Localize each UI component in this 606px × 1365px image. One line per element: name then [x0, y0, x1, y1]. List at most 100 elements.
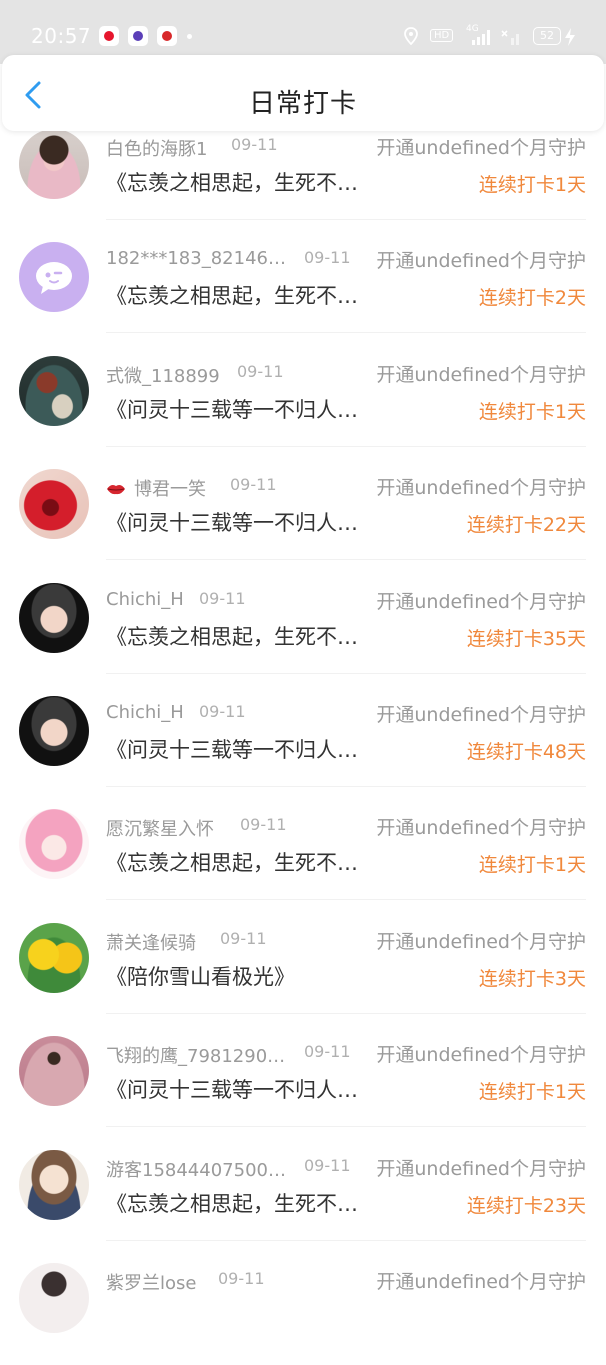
guard-info: 开通undefined个月守护 — [376, 363, 586, 386]
list-item[interactable]: 182***183_82146… 09-11 开通undefined个月守护 《… — [0, 231, 606, 344]
avatar[interactable] — [19, 1036, 89, 1107]
charging-icon — [565, 28, 575, 46]
list-item[interactable]: 博君一笑 09-11 开通undefined个月守护 《问灵十三载等一不归人… … — [0, 458, 606, 571]
user-name: 式微_118899 — [106, 365, 220, 387]
divider — [106, 332, 586, 334]
book-title[interactable]: 《陪你雪山看极光》 — [106, 961, 295, 991]
entry-date: 09-11 — [304, 248, 351, 268]
chat-bubble-icon — [36, 262, 72, 295]
guard-info: 开通undefined个月守护 — [376, 137, 586, 159]
streak-days: 连续打卡48天 — [466, 740, 586, 763]
app-header: 日常打卡 — [2, 55, 604, 131]
entry-date: 09-11 — [199, 588, 246, 608]
streak-days: 连续打卡3天 — [478, 967, 586, 990]
avatar[interactable] — [19, 922, 89, 993]
status-time: 20:57 — [31, 24, 92, 48]
divider — [106, 1239, 586, 1241]
book-title[interactable]: 《忘羡之相思起，生死不… — [106, 280, 358, 310]
entry-date: 09-11 — [230, 475, 277, 495]
guard-info: 开通undefined个月守护 — [376, 817, 586, 840]
user-name: 飞翔的鹰_7981290… — [106, 1046, 286, 1068]
streak-days: 连续打卡23天 — [466, 1194, 586, 1217]
entry-date: 09-11 — [199, 701, 246, 721]
checkin-list: 白色的海豚1 09-11 开通undefined个月守护 《忘羡之相思起，生死不… — [0, 118, 606, 1365]
user-name: 白色的海豚1 — [106, 139, 208, 160]
signal-2-icon — [501, 30, 519, 45]
book-title[interactable]: 《忘羡之相思起，生死不… — [106, 1188, 358, 1218]
list-item[interactable]: Chichi_H 09-11 开通undefined个月守护 《忘羡之相思起，生… — [0, 572, 606, 685]
book-title[interactable]: 《问灵十三载等一不归人… — [106, 507, 358, 537]
book-title[interactable]: 《忘羡之相思起，生死不… — [106, 847, 358, 877]
list-item[interactable]: 愿沉繁星入怀 09-11 开通undefined个月守护 《忘羡之相思起，生死不… — [0, 798, 606, 911]
page-title: 日常打卡 — [248, 89, 357, 119]
book-title[interactable]: 《忘羡之相思起，生死不… — [106, 167, 358, 197]
avatar[interactable] — [19, 355, 89, 426]
book-title[interactable]: 《问灵十三载等一不归人… — [106, 734, 358, 764]
avatar[interactable] — [19, 582, 89, 653]
list-item[interactable]: 白色的海豚1 09-11 开通undefined个月守护 《忘羡之相思起，生死不… — [0, 118, 606, 231]
streak-days: 连续打卡1天 — [478, 174, 586, 196]
divider — [106, 899, 586, 901]
list-item[interactable]: 式微_118899 09-11 开通undefined个月守护 《问灵十三载等一… — [0, 345, 606, 458]
avatar[interactable] — [19, 1262, 89, 1333]
entry-date: 09-11 — [218, 1268, 265, 1288]
hd-badge: HD — [430, 28, 454, 46]
avatar[interactable] — [19, 242, 89, 313]
user-name: 182***183_82146… — [106, 248, 286, 270]
streak-days: 连续打卡1天 — [478, 854, 586, 877]
streak-days: 连续打卡35天 — [466, 627, 586, 650]
entry-date: 09-11 — [240, 815, 287, 835]
avatar[interactable] — [19, 809, 89, 880]
divider — [106, 445, 586, 447]
divider — [106, 1126, 586, 1128]
user-name: 紫罗兰lose — [106, 1272, 197, 1294]
book-title[interactable]: 《问灵十三载等一不归人… — [106, 394, 358, 424]
user-name: 愿沉繁星入怀 — [106, 819, 214, 841]
user-name: 博君一笑 — [106, 475, 206, 501]
entry-date: 09-11 — [304, 1042, 351, 1062]
guard-info: 开通undefined个月守护 — [376, 477, 586, 500]
map-pin-app-icon — [157, 26, 177, 46]
divider — [106, 1012, 586, 1014]
avatar[interactable] — [19, 129, 89, 199]
list-item[interactable]: 萧关逢候骑 09-11 开通undefined个月守护 《陪你雪山看极光》 连续… — [0, 912, 606, 1025]
entry-date: 09-11 — [220, 928, 267, 948]
list-item[interactable]: 紫罗兰lose 09-11 开通undefined个月守护 — [0, 1252, 606, 1365]
guard-info: 开通undefined个月守护 — [376, 930, 586, 953]
guard-info: 开通undefined个月守护 — [376, 1270, 586, 1293]
guard-info: 开通undefined个月守护 — [376, 703, 586, 726]
streak-days: 连续打卡22天 — [466, 514, 586, 537]
streak-days: 连续打卡2天 — [478, 287, 586, 310]
user-name: 游客15844407500… — [106, 1159, 286, 1181]
avatar[interactable] — [19, 1149, 89, 1220]
weibo-app-icon — [99, 26, 119, 46]
user-name: Chichi_H — [106, 701, 184, 723]
guard-info: 开通undefined个月守护 — [376, 590, 586, 613]
location-icon — [404, 27, 418, 45]
book-title[interactable]: 《忘羡之相思起，生死不… — [106, 621, 358, 651]
divider — [106, 672, 586, 674]
divider — [106, 219, 586, 220]
list-item[interactable]: Chichi_H 09-11 开通undefined个月守护 《问灵十三载等一不… — [0, 685, 606, 798]
divider — [106, 559, 586, 561]
signal-icon — [472, 30, 490, 45]
divider — [106, 785, 586, 787]
entry-date: 09-11 — [237, 361, 284, 381]
entry-date: 09-11 — [304, 1155, 351, 1175]
avatar[interactable] — [19, 469, 89, 540]
book-title[interactable]: 《问灵十三载等一不归人… — [106, 1074, 358, 1104]
list-item[interactable]: 游客15844407500… 09-11 开通undefined个月守护 《忘羡… — [0, 1139, 606, 1252]
lips-icon — [107, 485, 125, 495]
avatar[interactable] — [19, 695, 89, 766]
guard-info: 开通undefined个月守护 — [376, 250, 586, 273]
guard-info: 开通undefined个月守护 — [376, 1157, 586, 1180]
streak-days: 连续打卡1天 — [478, 400, 586, 423]
user-name: 萧关逢候骑 — [106, 932, 196, 954]
entry-date: 09-11 — [231, 135, 278, 154]
battery-icon: 52 — [533, 27, 561, 45]
user-name: Chichi_H — [106, 588, 184, 610]
guard-info: 开通undefined个月守护 — [376, 1044, 586, 1067]
list-item[interactable]: 飞翔的鹰_7981290… 09-11 开通undefined个月守护 《问灵十… — [0, 1025, 606, 1138]
purple-app-icon — [128, 26, 148, 46]
streak-days: 连续打卡1天 — [478, 1081, 586, 1104]
